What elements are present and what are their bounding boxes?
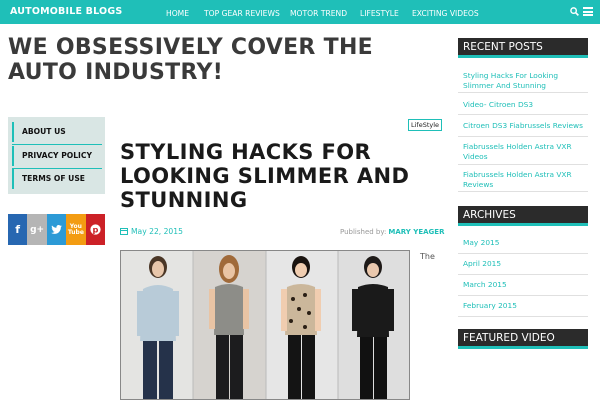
post-author: Published by: MARY YEAGER bbox=[340, 228, 444, 236]
nav-home[interactable]: HOME bbox=[166, 9, 189, 18]
sidebar-divider bbox=[458, 253, 588, 254]
post-title[interactable]: STYLING HACKS FOR LOOKING SLIMMER AND ST… bbox=[120, 140, 420, 212]
googleplus-icon[interactable]: g+ bbox=[27, 214, 47, 245]
archive-link[interactable]: May 2015 bbox=[463, 238, 588, 248]
archive-link[interactable]: February 2015 bbox=[463, 301, 588, 311]
post-date-text: May 22, 2015 bbox=[131, 227, 183, 236]
left-page-menu: ABOUT US PRIVACY POLICY TERMS OF USE bbox=[8, 117, 105, 194]
twitter-icon[interactable] bbox=[46, 214, 67, 245]
menu-about-us-label: ABOUT US bbox=[22, 127, 66, 136]
sidebar-divider bbox=[458, 114, 588, 115]
archive-link[interactable]: April 2015 bbox=[463, 259, 588, 269]
recent-posts-heading: RECENT POSTS bbox=[458, 38, 588, 58]
menu-privacy-policy[interactable]: PRIVACY POLICY bbox=[12, 146, 102, 166]
top-navigation-bar: AUTOMOBILE BLOGS HOME TOP GEAR REVIEWS M… bbox=[0, 0, 600, 24]
sidebar-divider bbox=[458, 316, 588, 317]
recent-post-link[interactable]: Fiabrussels Holden Astra VXR Reviews bbox=[463, 170, 588, 190]
menu-privacy-policy-label: PRIVACY POLICY bbox=[22, 151, 92, 160]
featured-video-heading: FEATURED VIDEO bbox=[458, 329, 588, 349]
menu-divider bbox=[12, 144, 102, 145]
archives-heading: ARCHIVES bbox=[458, 206, 588, 226]
nav-lifestyle[interactable]: LIFESTYLE bbox=[360, 9, 399, 18]
pinterest-icon[interactable]: p bbox=[85, 214, 105, 245]
menu-icon[interactable] bbox=[583, 7, 593, 16]
featured-image bbox=[120, 250, 410, 400]
menu-terms-of-use-label: TERMS OF USE bbox=[22, 174, 85, 183]
archive-link[interactable]: March 2015 bbox=[463, 280, 588, 290]
published-by-label: Published by: bbox=[340, 228, 387, 236]
sidebar-divider bbox=[458, 191, 588, 192]
facebook-icon[interactable]: f bbox=[8, 214, 28, 245]
social-links: f g+ You Tube p bbox=[8, 214, 105, 245]
recent-post-link[interactable]: Styling Hacks For Looking Slimmer And St… bbox=[463, 71, 588, 91]
sidebar-divider bbox=[458, 164, 588, 165]
sidebar-divider bbox=[458, 92, 588, 93]
nav-motor-trend[interactable]: MOTOR TREND bbox=[290, 9, 347, 18]
sidebar-divider bbox=[458, 295, 588, 296]
nav-top-gear-reviews[interactable]: TOP GEAR REVIEWS bbox=[204, 9, 280, 18]
calendar-icon bbox=[120, 228, 128, 235]
sidebar-divider bbox=[458, 136, 588, 137]
search-icon[interactable] bbox=[570, 7, 579, 16]
category-tag[interactable]: LifeStyle bbox=[408, 119, 443, 131]
recent-post-link[interactable]: Video- Citroen DS3 bbox=[463, 100, 588, 110]
menu-about-us[interactable]: ABOUT US bbox=[12, 122, 102, 142]
recent-post-link[interactable]: Fiabrussels Holden Astra VXR Videos bbox=[463, 142, 588, 162]
author-link[interactable]: MARY YEAGER bbox=[388, 228, 444, 236]
nav-exciting-videos[interactable]: EXCITING VIDEOS bbox=[412, 9, 479, 18]
youtube-icon[interactable]: You Tube bbox=[66, 214, 86, 245]
recent-post-link[interactable]: Citroen DS3 Fiabrussels Reviews bbox=[463, 121, 588, 131]
site-headline: WE OBSESSIVELY COVER THE AUTO INDUSTRY! bbox=[8, 35, 373, 85]
post-body-text: The bbox=[420, 252, 435, 261]
sidebar-divider bbox=[458, 274, 588, 275]
post-date: May 22, 2015 bbox=[120, 227, 183, 236]
site-brand[interactable]: AUTOMOBILE BLOGS bbox=[10, 6, 122, 17]
svg-text:p: p bbox=[92, 224, 98, 234]
menu-terms-of-use[interactable]: TERMS OF USE bbox=[12, 169, 102, 189]
